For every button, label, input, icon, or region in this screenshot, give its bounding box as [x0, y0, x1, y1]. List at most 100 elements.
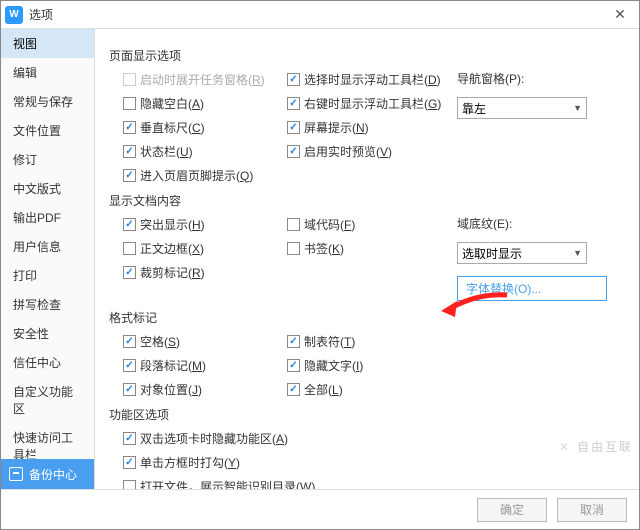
checkbox-option[interactable]: 垂直标尺(C): [123, 118, 287, 136]
close-button[interactable]: ✕: [605, 4, 635, 26]
checkbox-label: 全部(L): [304, 381, 343, 398]
section-page-display-title: 页面显示选项: [109, 47, 625, 64]
checkbox-label: 进入页眉页脚提示(Q): [140, 167, 253, 184]
checkbox-option[interactable]: 制表符(T): [287, 332, 457, 350]
checkbox-option[interactable]: 隐藏文字(I): [287, 356, 457, 374]
checkbox-label: 裁剪标记(R): [140, 264, 205, 281]
field-shading-label: 域底纹(E):: [457, 215, 607, 232]
checkbox-label: 右键时显示浮动工具栏(G): [304, 95, 441, 112]
checkbox-option[interactable]: 正文边框(X): [123, 239, 287, 257]
checkbox-label: 启用实时预览(V): [304, 143, 392, 160]
sidebar-item[interactable]: 自定义功能区: [1, 377, 94, 423]
checkbox-icon: [287, 121, 300, 134]
checkbox-icon: [123, 266, 136, 279]
checkbox-option[interactable]: 书签(K): [287, 239, 457, 257]
checkbox-icon: [123, 73, 136, 86]
checkbox-label: 段落标记(M): [140, 357, 206, 374]
checkbox-label: 对象位置(J): [140, 381, 202, 398]
checkbox-option[interactable]: 段落标记(M): [123, 356, 287, 374]
checkbox-icon: [123, 383, 136, 396]
sidebar-item[interactable]: 常规与保存: [1, 87, 94, 116]
checkbox-label: 状态栏(U): [140, 143, 193, 160]
checkbox-label: 屏幕提示(N): [304, 119, 369, 136]
section-doc-content-title: 显示文档内容: [109, 192, 625, 209]
checkbox-icon: [123, 432, 136, 445]
checkbox-label: 隐藏文字(I): [304, 357, 363, 374]
checkbox-icon: [287, 242, 300, 255]
checkbox-option[interactable]: 状态栏(U): [123, 142, 287, 160]
nav-pane-group: 导航窗格(P): 靠左 ▼: [457, 70, 607, 119]
sidebar: 视图编辑常规与保存文件位置修订中文版式输出PDF用户信息打印拼写检查安全性信任中…: [1, 29, 95, 489]
checkbox-option[interactable]: 启用实时预览(V): [287, 142, 457, 160]
backup-icon: [9, 467, 23, 481]
checkbox-option[interactable]: 双击选项卡时隐藏功能区(A): [123, 429, 625, 447]
checkbox-icon: [287, 383, 300, 396]
checkbox-icon: [287, 97, 300, 110]
backup-label: 备份中心: [29, 466, 77, 483]
section-ribbon-title: 功能区选项: [109, 406, 625, 423]
sidebar-item[interactable]: 视图: [1, 29, 94, 58]
checkbox-option[interactable]: 屏幕提示(N): [287, 118, 457, 136]
checkbox-option[interactable]: 进入页眉页脚提示(Q): [123, 166, 287, 184]
sidebar-item[interactable]: 打印: [1, 261, 94, 290]
sidebar-item[interactable]: 用户信息: [1, 232, 94, 261]
section-page-display: 启动时展开任务窗格(R)隐藏空白(A)垂直标尺(C)状态栏(U)进入页眉页脚提示…: [109, 70, 625, 184]
sidebar-list: 视图编辑常规与保存文件位置修订中文版式输出PDF用户信息打印拼写检查安全性信任中…: [1, 29, 94, 459]
section-format-marks: 空格(S) 段落标记(M) 对象位置(J) 制表符(T) 隐藏文字(I) 全部(L): [109, 332, 625, 398]
sidebar-item[interactable]: 中文版式: [1, 174, 94, 203]
checkbox-option[interactable]: 全部(L): [287, 380, 457, 398]
checkbox-icon: [287, 73, 300, 86]
sidebar-item[interactable]: 快速访问工具栏: [1, 423, 94, 459]
nav-pane-label: 导航窗格(P):: [457, 70, 607, 87]
checkbox-label: 打开文件，展示智能识别目录(W): [140, 478, 315, 490]
checkbox-option[interactable]: 突出显示(H): [123, 215, 287, 233]
checkbox-label: 制表符(T): [304, 333, 355, 350]
font-substitute-button[interactable]: 字体替换(O)...: [457, 276, 607, 301]
field-shading-select[interactable]: 选取时显示 ▼: [457, 242, 587, 264]
sidebar-item[interactable]: 编辑: [1, 58, 94, 87]
section-doc-content: 突出显示(H) 正文边框(X) 裁剪标记(R) 域代码(F) 书签(K) 域底纹(E)…: [109, 215, 625, 301]
checkbox-option[interactable]: 隐藏空白(A): [123, 94, 287, 112]
checkbox-option[interactable]: 右键时显示浮动工具栏(G): [287, 94, 457, 112]
checkbox-label: 正文边框(X): [140, 240, 204, 257]
section-ribbon: 双击选项卡时隐藏功能区(A) 单击方框时打勾(Y) 打开文件，展示智能识别目录(W): [109, 429, 625, 489]
chevron-down-icon: ▼: [573, 248, 582, 258]
nav-pane-value: 靠左: [462, 100, 486, 117]
checkbox-label: 双击选项卡时隐藏功能区(A): [140, 430, 288, 447]
dialog-body: 视图编辑常规与保存文件位置修订中文版式输出PDF用户信息打印拼写检查安全性信任中…: [1, 29, 639, 489]
checkbox-label: 垂直标尺(C): [140, 119, 205, 136]
cancel-button[interactable]: 取消: [557, 498, 627, 522]
checkbox-label: 书签(K): [304, 240, 344, 257]
checkbox-label: 空格(S): [140, 333, 180, 350]
checkbox-option[interactable]: 对象位置(J): [123, 380, 287, 398]
footer: 确定 取消: [1, 489, 639, 529]
nav-pane-select[interactable]: 靠左 ▼: [457, 97, 587, 119]
sidebar-item[interactable]: 安全性: [1, 319, 94, 348]
titlebar: W 选项 ✕: [1, 1, 639, 29]
sidebar-item[interactable]: 修订: [1, 145, 94, 174]
checkbox-icon: [287, 145, 300, 158]
checkbox-icon: [123, 169, 136, 182]
sidebar-item[interactable]: 输出PDF: [1, 203, 94, 232]
field-shading-value: 选取时显示: [462, 245, 522, 262]
checkbox-label: 域代码(F): [304, 216, 355, 233]
checkbox-label: 单击方框时打勾(Y): [140, 454, 240, 471]
checkbox-option[interactable]: 单击方框时打勾(Y): [123, 453, 625, 471]
checkbox-option[interactable]: 选择时显示浮动工具栏(D): [287, 70, 457, 88]
checkbox-icon: [123, 242, 136, 255]
ok-button[interactable]: 确定: [477, 498, 547, 522]
field-shading-group: 域底纹(E): 选取时显示 ▼ 字体替换(O)...: [457, 215, 607, 301]
backup-center-button[interactable]: 备份中心: [1, 459, 94, 489]
checkbox-icon: [287, 359, 300, 372]
app-icon: W: [5, 6, 23, 24]
sidebar-item[interactable]: 拼写检查: [1, 290, 94, 319]
checkbox-option[interactable]: 打开文件，展示智能识别目录(W): [123, 477, 625, 489]
options-dialog: W 选项 ✕ 视图编辑常规与保存文件位置修订中文版式输出PDF用户信息打印拼写检…: [0, 0, 640, 530]
checkbox-icon: [123, 480, 136, 490]
sidebar-item[interactable]: 文件位置: [1, 116, 94, 145]
checkbox-option[interactable]: 空格(S): [123, 332, 287, 350]
checkbox-option[interactable]: 域代码(F): [287, 215, 457, 233]
checkbox-icon: [287, 335, 300, 348]
checkbox-option[interactable]: 裁剪标记(R): [123, 263, 287, 281]
sidebar-item[interactable]: 信任中心: [1, 348, 94, 377]
